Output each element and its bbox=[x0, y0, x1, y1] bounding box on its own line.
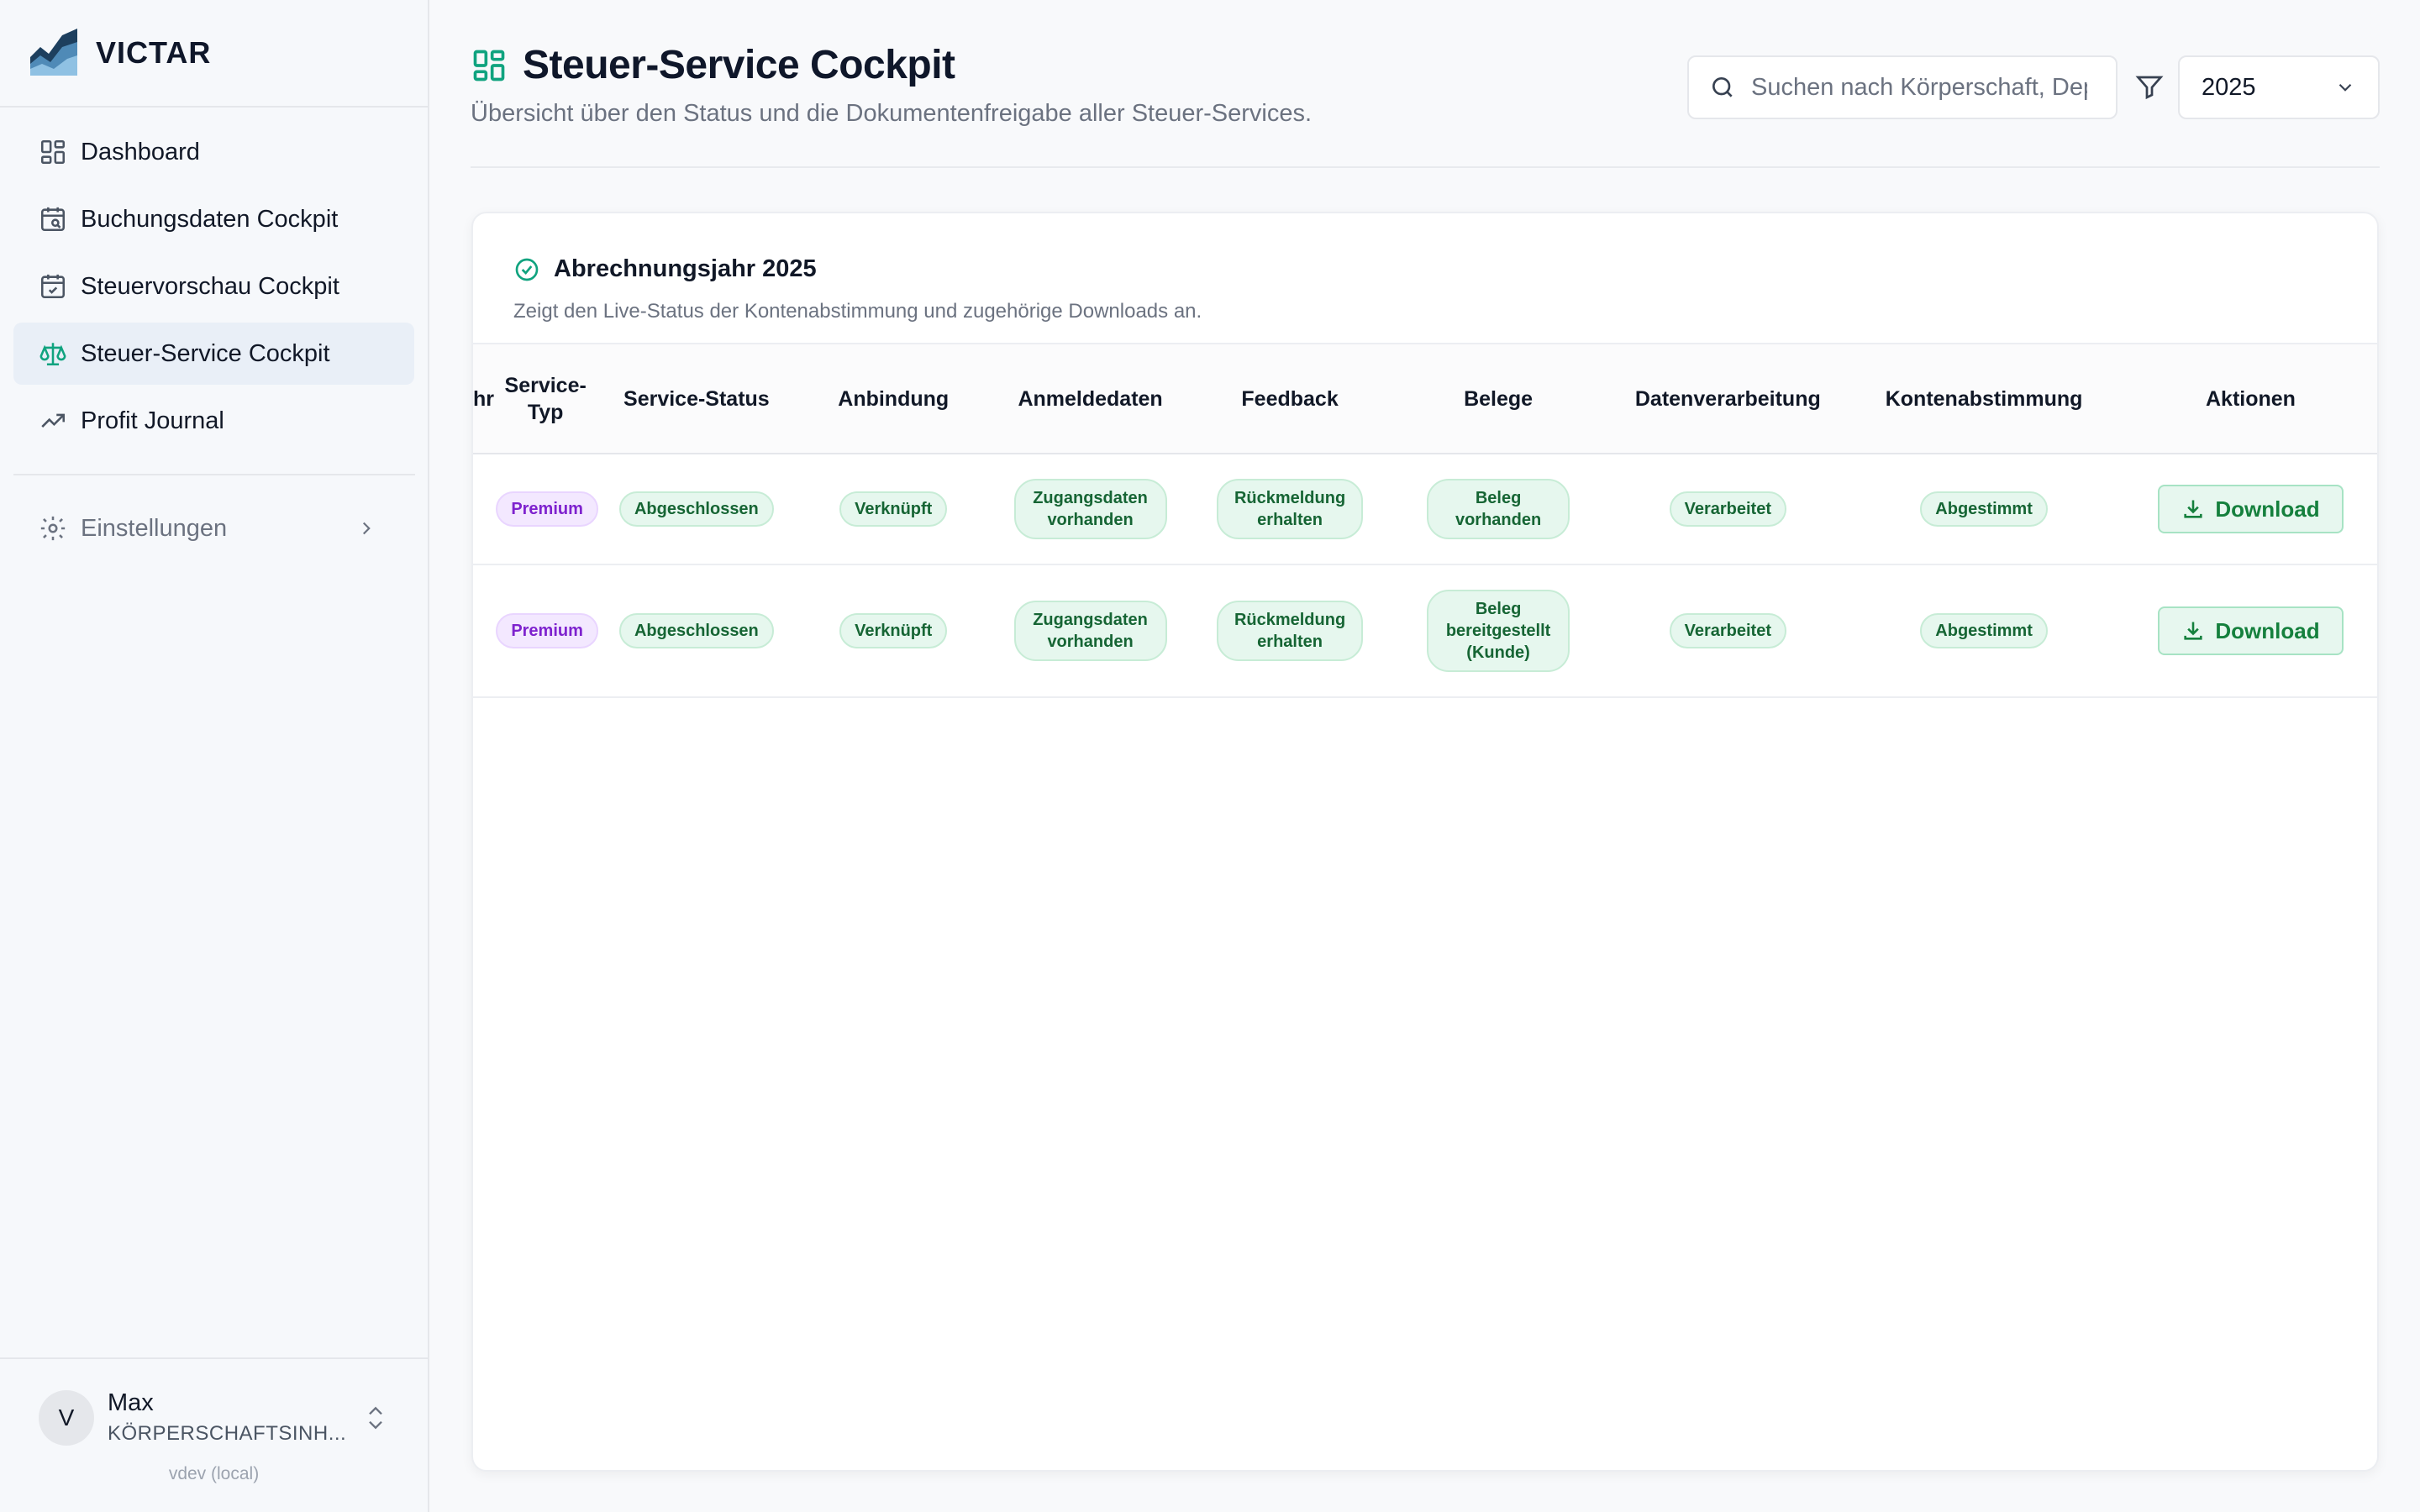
brand[interactable]: VICTAR bbox=[0, 0, 428, 108]
feedback-badge: Rückmeldung erhalten bbox=[1217, 601, 1364, 661]
brand-logo-icon bbox=[30, 29, 77, 76]
processing-badge: Verarbeitet bbox=[1669, 491, 1786, 527]
search-input[interactable] bbox=[1751, 73, 2087, 102]
download-label: Download bbox=[2215, 617, 2320, 643]
sidebar-item-label: Buchungsdaten Cockpit bbox=[81, 205, 339, 233]
brand-name: VICTAR bbox=[96, 35, 212, 70]
sidebar: VICTAR Dashboard Buchungsdaten Cockpit S… bbox=[0, 0, 429, 1512]
service-type-badge: Premium bbox=[496, 491, 598, 527]
page-title: Steuer-Service Cockpit bbox=[523, 43, 955, 87]
scale-icon bbox=[39, 343, 66, 366]
avatar: V bbox=[39, 1389, 94, 1446]
sidebar-item-steuervorschau[interactable]: Steuervorschau Cockpit bbox=[13, 255, 414, 318]
calendar-check-icon bbox=[40, 274, 66, 299]
connection-badge: Verknüpft bbox=[839, 491, 948, 527]
table-row: Premium Abgeschlossen Verknüpft Zugangsd… bbox=[473, 564, 2377, 698]
column-header: hr bbox=[473, 344, 497, 454]
download-icon bbox=[2184, 500, 2202, 518]
download-button[interactable]: Download bbox=[2158, 606, 2344, 655]
column-header: Service-Status bbox=[595, 344, 798, 454]
column-header: Anbindung bbox=[797, 344, 989, 454]
connection-badge: Verknüpft bbox=[839, 613, 948, 648]
column-header: Datenverarbeitung bbox=[1608, 344, 1848, 454]
sidebar-item-label: Steuervorschau Cockpit bbox=[81, 272, 339, 300]
settings-label: Einstellungen bbox=[81, 514, 228, 542]
user-menu[interactable]: V Max KÖRPERSCHAFTSINH... vdev (local) bbox=[0, 1357, 428, 1512]
sidebar-item-profit-journal[interactable]: Profit Journal bbox=[13, 390, 414, 452]
version-label: vdev (local) bbox=[168, 1464, 260, 1483]
table-row: Premium Abgeschlossen Verknüpft Zugangsd… bbox=[473, 454, 2377, 565]
filter-icon[interactable] bbox=[2134, 72, 2165, 102]
column-header: Belege bbox=[1387, 344, 1609, 454]
feedback-badge: Rückmeldung erhalten bbox=[1217, 479, 1364, 539]
service-table: hr Service-Typ Service-Status Anbindung … bbox=[473, 344, 2377, 698]
card-subtitle: Zeigt den Live-Status der Kontenabstimmu… bbox=[513, 300, 1202, 323]
column-header: Anmeldedaten bbox=[988, 344, 1192, 454]
search-field[interactable] bbox=[1687, 55, 2118, 119]
sidebar-item-label: Steuer-Service Cockpit bbox=[81, 339, 330, 367]
column-header: Service-Typ bbox=[496, 344, 596, 454]
credentials-badge: Zugangsdaten vorhanden bbox=[1013, 601, 1167, 661]
download-label: Download bbox=[2215, 496, 2320, 522]
user-org: KÖRPERSCHAFTSINH... bbox=[108, 1422, 347, 1445]
gear-icon bbox=[40, 516, 66, 541]
trending-up-icon bbox=[41, 413, 66, 428]
status-badge: Abgeschlossen bbox=[618, 613, 774, 648]
chevrons-up-down-icon[interactable] bbox=[364, 1403, 387, 1433]
check-circle-icon bbox=[515, 258, 539, 281]
search-icon bbox=[1712, 77, 1733, 97]
sidebar-item-label: Profit Journal bbox=[81, 407, 224, 434]
sidebar-nav: Dashboard Buchungsdaten Cockpit Steuervo… bbox=[0, 108, 428, 452]
dashboard-icon bbox=[473, 50, 505, 81]
card-title: Abrechnungsjahr 2025 bbox=[554, 255, 817, 282]
sidebar-item-buchungsdaten[interactable]: Buchungsdaten Cockpit bbox=[13, 188, 414, 250]
sidebar-item-steuer-service[interactable]: Steuer-Service Cockpit bbox=[13, 323, 414, 385]
service-type-badge: Premium bbox=[496, 613, 598, 648]
calendar-search-icon bbox=[40, 207, 66, 232]
download-icon bbox=[2184, 622, 2202, 640]
documents-badge: Beleg vorhanden bbox=[1427, 479, 1570, 539]
credentials-badge: Zugangsdaten vorhanden bbox=[1013, 479, 1167, 539]
year-select-value: 2025 bbox=[2202, 73, 2256, 101]
nav-divider bbox=[13, 474, 415, 475]
year-select[interactable]: 2025 bbox=[2178, 55, 2380, 119]
column-header: Feedback bbox=[1192, 344, 1388, 454]
processing-badge: Verarbeitet bbox=[1669, 613, 1786, 648]
download-button[interactable]: Download bbox=[2158, 485, 2344, 533]
reconciliation-badge: Abgestimmt bbox=[1920, 613, 2048, 648]
service-card: Abrechnungsjahr 2025 Zeigt den Live-Stat… bbox=[471, 212, 2379, 1472]
chevron-down-icon bbox=[2338, 83, 2352, 92]
column-header: Kontenabstimmung bbox=[1847, 344, 2121, 454]
user-name: Max bbox=[108, 1389, 154, 1416]
sidebar-item-label: Dashboard bbox=[81, 138, 200, 165]
status-badge: Abgeschlossen bbox=[618, 491, 774, 527]
sidebar-item-dashboard[interactable]: Dashboard bbox=[13, 121, 414, 183]
sidebar-item-settings[interactable]: Einstellungen bbox=[0, 497, 428, 559]
documents-badge: Beleg bereitgestellt (Kunde) bbox=[1427, 590, 1570, 672]
reconciliation-badge: Abgestimmt bbox=[1920, 491, 2048, 527]
column-header: Aktionen bbox=[2120, 344, 2377, 454]
chevron-right-icon bbox=[362, 522, 371, 535]
dashboard-icon bbox=[40, 139, 66, 165]
